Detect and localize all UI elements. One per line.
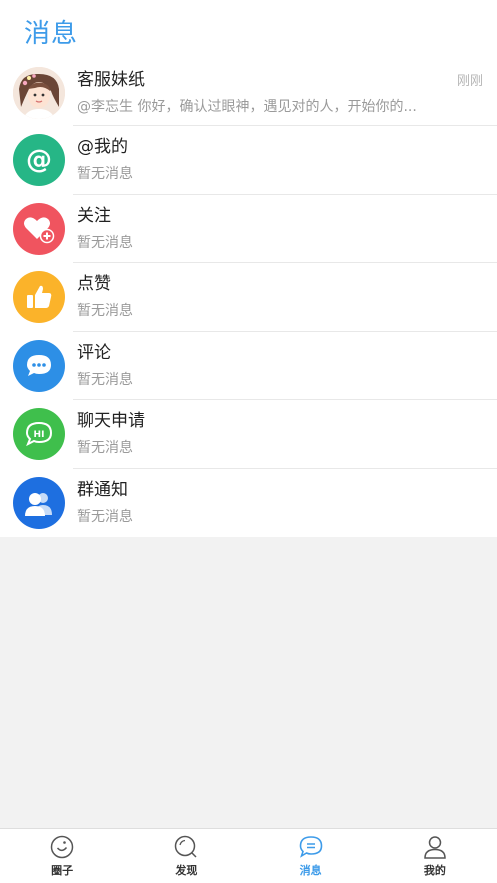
message-preview: 暂无消息 <box>77 440 133 457</box>
group-icon <box>24 492 52 516</box>
at-icon: @ <box>26 145 52 175</box>
tab-circle[interactable]: 圈子 <box>0 829 124 883</box>
header: 消息 <box>0 0 497 60</box>
message-preview: 暂无消息 <box>77 371 133 388</box>
message-title: 点赞 <box>77 274 111 295</box>
tab-label: 我的 <box>423 864 446 877</box>
messages-screen: 消息 客服妹纸 刚刚 @李忘生 你好，确认过眼神，遇见对的人，开始你的... @… <box>0 0 497 883</box>
message-row-chat-requests[interactable]: HI 聊天申请 暂无消息 <box>0 400 497 469</box>
avatar <box>12 476 65 529</box>
avatar <box>12 67 65 119</box>
message-list: 客服妹纸 刚刚 @李忘生 你好，确认过眼神，遇见对的人，开始你的... @ @我… <box>0 60 497 537</box>
avatar: HI <box>12 408 65 461</box>
page-title: 消息 <box>24 19 79 49</box>
message-title: 群通知 <box>77 479 128 500</box>
message-title: @我的 <box>77 137 128 158</box>
avatar <box>12 339 65 392</box>
message-preview: @李忘生 你好，确认过眼神，遇见对的人，开始你的... <box>77 99 417 115</box>
message-row-follow[interactable]: 关注 暂无消息 <box>0 195 497 263</box>
message-preview: 暂无消息 <box>77 234 133 251</box>
message-row-customer-service[interactable]: 客服妹纸 刚刚 @李忘生 你好，确认过眼神，遇见对的人，开始你的... <box>0 60 497 126</box>
bottom-tab-bar: 圈子 发现 消息 我的 <box>0 828 497 883</box>
tab-messages[interactable]: 消息 <box>249 829 373 883</box>
avatar-photo-icon <box>12 67 65 119</box>
avatar <box>12 271 65 324</box>
message-preview: 暂无消息 <box>77 166 133 183</box>
tab-label: 消息 <box>299 864 322 877</box>
comment-icon <box>26 354 51 376</box>
message-row-group-notices[interactable]: 群通知 暂无消息 <box>0 469 497 538</box>
tab-discover[interactable]: 发现 <box>124 829 248 883</box>
message-row-likes[interactable]: 点赞 暂无消息 <box>0 263 497 332</box>
message-icon <box>299 836 322 858</box>
message-preview: 暂无消息 <box>77 303 133 320</box>
discover-icon <box>175 835 197 858</box>
message-title: 关注 <box>77 205 111 226</box>
message-preview: 暂无消息 <box>77 508 133 525</box>
message-time: 刚刚 <box>456 74 483 89</box>
heart-plus-icon <box>23 217 54 243</box>
circle-icon <box>50 835 74 859</box>
svg-text:@: @ <box>26 145 52 175</box>
message-title: 聊天申请 <box>77 411 145 432</box>
tab-label: 圈子 <box>51 864 74 877</box>
message-row-comments[interactable]: 评论 暂无消息 <box>0 332 497 400</box>
message-title: 评论 <box>77 342 111 363</box>
avatar <box>12 202 65 255</box>
thumbs-up-icon <box>26 286 51 309</box>
chat-hi-icon: HI <box>25 422 52 447</box>
message-title: 客服妹纸 <box>77 70 145 90</box>
tab-profile[interactable]: 我的 <box>373 829 497 883</box>
message-row-mentions[interactable]: @ @我的 暂无消息 <box>0 126 497 195</box>
tab-label: 发现 <box>175 864 198 877</box>
avatar: @ <box>12 134 65 187</box>
profile-icon <box>424 836 446 859</box>
svg-text:HI: HI <box>33 430 44 440</box>
